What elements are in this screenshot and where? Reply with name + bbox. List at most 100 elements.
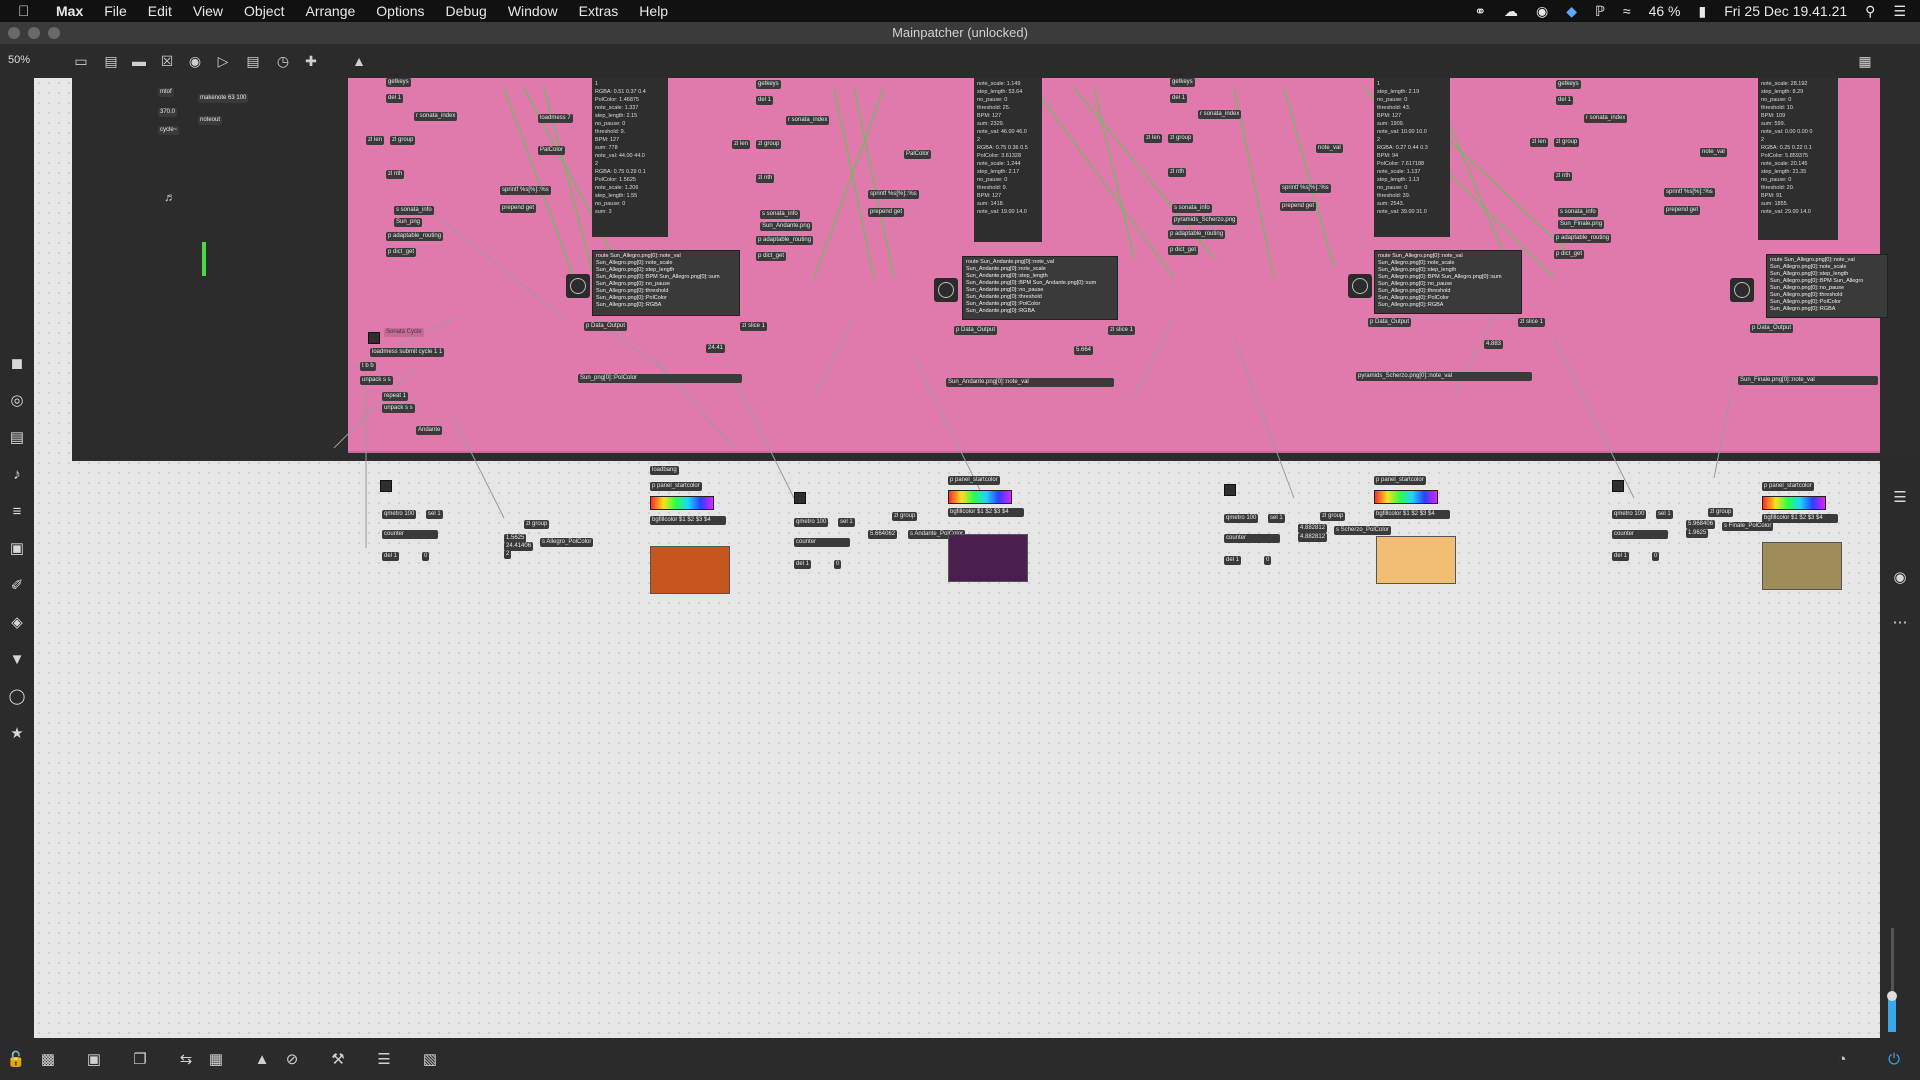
- value-number-8[interactable]: 1.9625: [1686, 529, 1709, 538]
- image-icon[interactable]: ▣: [7, 539, 27, 559]
- prepend-get-object-2[interactable]: prepend get: [868, 208, 905, 217]
- delay-object-4[interactable]: del 1: [1612, 552, 1630, 561]
- color-picker-swatch-4[interactable]: [1762, 496, 1826, 510]
- number-box-icon[interactable]: ▷: [214, 52, 232, 70]
- zl-len-object-3[interactable]: zl len: [1144, 134, 1163, 143]
- panel-startcolor-object-2[interactable]: p panel_startcolor: [948, 476, 1000, 485]
- value-number-3[interactable]: 2: [504, 550, 512, 559]
- prepend-get-object-3[interactable]: prepend get: [1280, 202, 1317, 211]
- palcolor-menu[interactable]: PalColor: [538, 146, 566, 155]
- sel-object[interactable]: sel 1: [426, 510, 443, 519]
- dict-get-object[interactable]: p dict_get: [386, 248, 417, 257]
- record-icon[interactable]: ◉: [1536, 3, 1548, 20]
- dict-get-object-2[interactable]: p dict_get: [756, 252, 787, 261]
- adaptable-routing-object-2[interactable]: p adaptable_routing: [756, 236, 814, 245]
- list-icon[interactable]: ☰: [1890, 488, 1910, 508]
- bang-button[interactable]: [368, 332, 380, 344]
- receive-sonata-index-2[interactable]: r sonata_index: [786, 116, 830, 125]
- data-output-object-4[interactable]: p Data_Output: [1750, 324, 1794, 333]
- note-val-menu-4[interactable]: note_val: [1700, 148, 1727, 157]
- presentation-icon[interactable]: ▩: [38, 1050, 58, 1070]
- counter-object-3[interactable]: counter: [1224, 534, 1280, 543]
- unpack-object[interactable]: unpack s s: [360, 376, 393, 385]
- trigger-object[interactable]: t b b: [360, 362, 376, 371]
- wrench-icon[interactable]: ⚒: [328, 1050, 348, 1070]
- loadbang-object[interactable]: loadbang: [650, 466, 679, 475]
- keyboard-icon[interactable]: ▧: [420, 1050, 440, 1070]
- bars-icon[interactable]: ☰: [374, 1050, 394, 1070]
- new-object-icon[interactable]: ▭: [72, 52, 90, 70]
- dict-list-view-4[interactable]: note_scale: 28.192 step_length: 8.29 no_…: [1758, 78, 1838, 240]
- getkeys-object-4[interactable]: getkeys: [1556, 80, 1581, 89]
- value-number-6[interactable]: 4.882812: [1298, 533, 1328, 542]
- dial-control[interactable]: [566, 274, 590, 298]
- dict-get-object-3[interactable]: p dict_get: [1168, 246, 1199, 255]
- zl-nth-object-4[interactable]: zl nth: [1554, 172, 1573, 181]
- note-val-message-2[interactable]: Sun_Andante.png[0]::note_val: [946, 378, 1114, 387]
- message-box-icon[interactable]: ▤: [102, 52, 120, 70]
- note-val-message-4[interactable]: Sun_Finale.png[0]::note_val: [1738, 376, 1878, 385]
- zl-group-object-3[interactable]: zl group: [1168, 134, 1194, 143]
- prepend-get-object[interactable]: prepend get: [500, 204, 537, 213]
- toggle-box[interactable]: [380, 480, 392, 492]
- menu-file[interactable]: File: [104, 3, 127, 19]
- menu-window[interactable]: Window: [508, 3, 558, 19]
- puzzle-icon[interactable]: ◈: [7, 613, 27, 633]
- sel-object-4[interactable]: sel 1: [1656, 510, 1673, 519]
- note-val-message-3[interactable]: pyramids_Scherzo.png[0]::note_val: [1356, 372, 1532, 381]
- sequence-icon[interactable]: ≡: [7, 502, 27, 522]
- counter-number-3[interactable]: 0: [1264, 556, 1272, 565]
- bgfillcolor-message-3[interactable]: bgfillcolor $1 $2 $3 $4: [1374, 510, 1450, 519]
- qmetro-object-2[interactable]: qmetro 100: [794, 518, 829, 527]
- send-sonata-info[interactable]: s sonata_info: [394, 206, 434, 215]
- image-name-message-4[interactable]: Sun_Finale.png: [1558, 220, 1605, 229]
- receive-sonata-index[interactable]: r sonata_index: [414, 112, 458, 121]
- sprintf-object-2[interactable]: sprintf %s[%]::%s: [868, 190, 919, 199]
- send-polcolor[interactable]: s Allegro_PolColor: [540, 538, 594, 547]
- music-note-icon[interactable]: ♪: [7, 465, 27, 485]
- notification-icon[interactable]: ☰: [1893, 3, 1906, 20]
- loadmess-object[interactable]: loadmess 7: [538, 114, 573, 123]
- zl-group-object-2[interactable]: zl group: [756, 140, 782, 149]
- adaptable-routing-object-3[interactable]: p adaptable_routing: [1168, 230, 1226, 239]
- zl-len-object-2[interactable]: zl len: [732, 140, 751, 149]
- power-icon[interactable]: ⏻: [1884, 1050, 1904, 1070]
- toggle-object-icon[interactable]: ☒: [158, 52, 176, 70]
- volume-slider[interactable]: [1887, 928, 1897, 1032]
- network-icon[interactable]: ◆: [1566, 3, 1577, 20]
- cloud-icon[interactable]: ☁: [1504, 3, 1518, 20]
- menu-edit[interactable]: Edit: [148, 3, 172, 19]
- menu-debug[interactable]: Debug: [446, 3, 487, 19]
- sync-icon[interactable]: ⇆: [176, 1050, 196, 1070]
- zl-slice-object[interactable]: zl slice 1: [740, 322, 768, 331]
- prepend-get-object-4[interactable]: prepend get: [1664, 206, 1701, 215]
- package-icon[interactable]: ◼: [7, 354, 27, 374]
- panel-startcolor-object-4[interactable]: p panel_startcolor: [1762, 482, 1814, 491]
- camera-icon[interactable]: ◉: [1890, 568, 1910, 588]
- bgfillcolor-message[interactable]: bgfillcolor $1 $2 $3 $4: [650, 516, 726, 525]
- zl-group-lower-4[interactable]: zl group: [1708, 508, 1734, 517]
- grid-icon[interactable]: ▦: [206, 1050, 226, 1070]
- allegro-color-panel[interactable]: [650, 546, 730, 594]
- volume-knob[interactable]: [1887, 990, 1897, 1001]
- comment-icon[interactable]: ▣: [84, 1050, 104, 1070]
- getkeys-object-3[interactable]: getkeys: [1170, 78, 1195, 87]
- spotlight-icon[interactable]: ⚲: [1865, 3, 1875, 20]
- send-sonata-info-4[interactable]: s sonata_info: [1558, 208, 1598, 217]
- zoom-menu[interactable]: 50%: [8, 54, 30, 66]
- data-output-object-3[interactable]: p Data_Output: [1368, 318, 1412, 327]
- image-name-message-2[interactable]: Sun_Andante.png: [760, 222, 813, 231]
- zl-slice-object-2[interactable]: zl slice 1: [1108, 326, 1136, 335]
- qmetro-object-4[interactable]: qmetro 100: [1612, 510, 1647, 519]
- value-number-4[interactable]: 5.664062: [868, 530, 898, 539]
- send-polcolor-3[interactable]: s Scherzo_PolColor: [1334, 526, 1392, 535]
- del-object-4[interactable]: del 1: [1556, 96, 1574, 105]
- delay-object[interactable]: del 1: [382, 552, 400, 561]
- delay-object-3[interactable]: del 1: [1224, 556, 1242, 565]
- palcolor-menu-2[interactable]: PalColor: [904, 150, 932, 159]
- qmetro-object-3[interactable]: qmetro 100: [1224, 514, 1259, 523]
- clip-icon[interactable]: ✐: [7, 576, 27, 596]
- battery-icon[interactable]: ▮: [1698, 3, 1706, 20]
- data-output-object[interactable]: p Data_Output: [584, 322, 628, 331]
- zl-group-object[interactable]: zl group: [390, 136, 416, 145]
